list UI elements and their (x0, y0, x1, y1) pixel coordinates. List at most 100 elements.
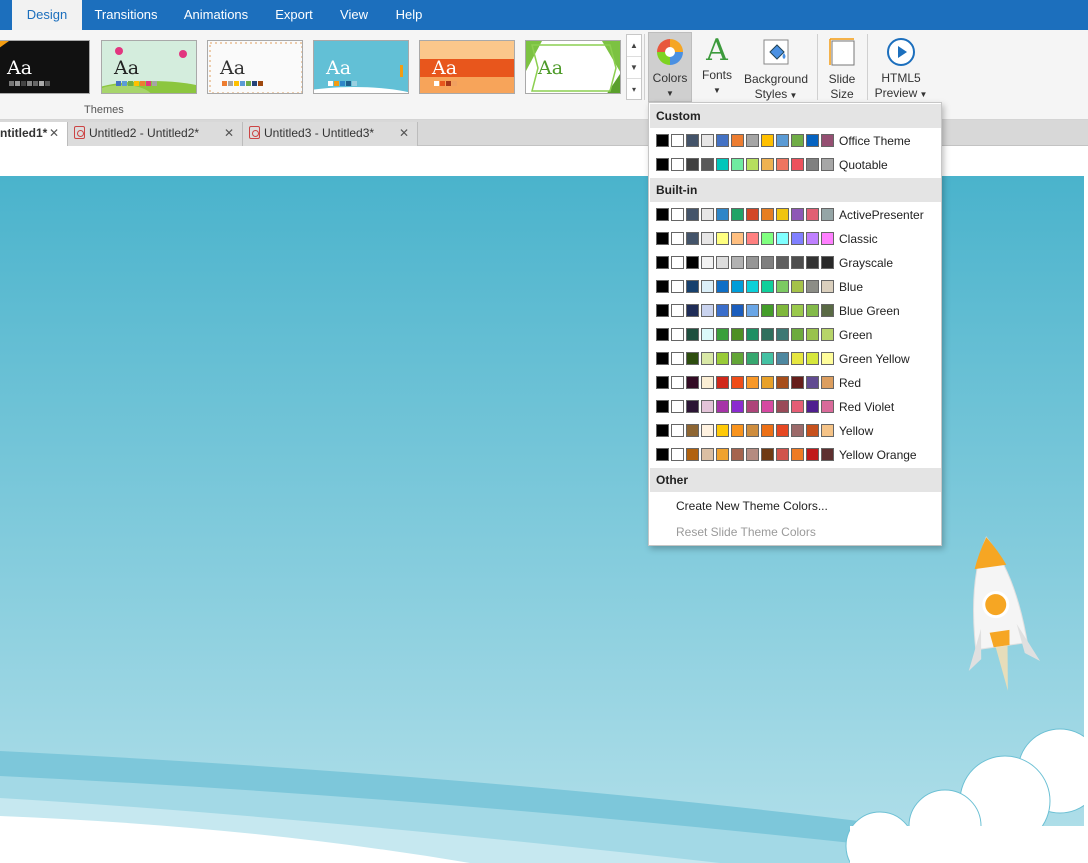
color-swatch (731, 328, 744, 341)
color-swatch (701, 352, 714, 365)
play-circle-icon (887, 38, 915, 66)
color-scheme-row[interactable]: Blue Green (650, 299, 941, 323)
theme-swatches (434, 81, 458, 86)
color-swatch (686, 256, 699, 269)
color-swatch (821, 134, 834, 147)
colors-button-label: Colors (652, 71, 688, 85)
color-swatch (701, 304, 714, 317)
themes-group-label: Themes (84, 104, 124, 116)
color-scheme-row[interactable]: Blue (650, 275, 941, 299)
tab-help[interactable]: Help (386, 0, 432, 30)
color-swatch (761, 280, 774, 293)
color-swatch (686, 208, 699, 221)
background-styles-label-2: Styles (754, 87, 788, 101)
doc-tab[interactable]: ntitled1* ✕ (0, 122, 68, 146)
color-swatch (791, 448, 804, 461)
background-styles-button[interactable]: Background Styles ▼ (741, 32, 811, 102)
theme-swatches (9, 81, 51, 86)
create-new-theme-colors-item[interactable]: Create New Theme Colors... (650, 493, 941, 519)
color-swatches (656, 256, 836, 269)
gallery-down-icon[interactable]: ▼ (627, 57, 641, 79)
color-scheme-name: Yellow Orange (839, 448, 917, 462)
color-scheme-row[interactable]: Green Yellow (650, 347, 941, 371)
gallery-more-icon[interactable]: ▾ (627, 79, 641, 101)
tab-view[interactable]: View (330, 0, 378, 30)
color-swatches (656, 424, 836, 437)
color-scheme-row[interactable]: Yellow (650, 419, 941, 443)
color-swatches (656, 448, 836, 461)
color-swatch (671, 304, 684, 317)
close-icon[interactable]: ✕ (49, 122, 59, 144)
tab-animations[interactable]: Animations (173, 0, 259, 30)
color-scheme-row[interactable]: ActivePresenter (650, 203, 941, 227)
color-scheme-row[interactable]: Yellow Orange (650, 443, 941, 467)
color-swatches (656, 208, 836, 221)
theme-thumb-orange[interactable]: Aa (419, 40, 515, 94)
color-scheme-row[interactable]: Green (650, 323, 941, 347)
color-swatch (671, 280, 684, 293)
color-swatch (776, 376, 789, 389)
theme-thumb-label: Aa (326, 57, 352, 79)
chevron-down-icon: ▼ (666, 89, 674, 98)
tab-design[interactable]: Design (12, 0, 82, 30)
close-icon[interactable]: ✕ (224, 122, 234, 144)
color-swatch (671, 448, 684, 461)
fonts-button[interactable]: A Fonts ▼ (696, 32, 738, 102)
color-swatches (656, 376, 836, 389)
color-swatch (821, 208, 834, 221)
tab-export[interactable]: Export (268, 0, 320, 30)
theme-thumb-green[interactable]: Aa (525, 40, 621, 94)
color-scheme-row[interactable]: Red (650, 371, 941, 395)
html5-preview-label-1: HTML5 (881, 71, 921, 85)
color-swatch (746, 400, 759, 413)
color-scheme-row[interactable]: Quotable (650, 153, 941, 177)
slide-size-button[interactable]: Slide Size (822, 32, 862, 102)
color-swatch (731, 280, 744, 293)
color-swatch (806, 376, 819, 389)
document-icon (74, 126, 85, 139)
section-header-other: Other (650, 468, 941, 492)
color-swatch (791, 280, 804, 293)
colors-button[interactable]: Colors ▼ (648, 32, 692, 102)
color-scheme-row[interactable]: Grayscale (650, 251, 941, 275)
theme-thumb-light[interactable]: Aa (207, 40, 303, 94)
gallery-up-icon[interactable]: ▲ (627, 35, 641, 57)
color-swatch (686, 158, 699, 171)
doc-tab[interactable]: Untitled2 - Untitled2* ✕ (68, 122, 243, 146)
theme-thumb-balloons[interactable]: Aa (101, 40, 197, 94)
doc-tab[interactable]: Untitled3 - Untitled3* ✕ (243, 122, 418, 146)
color-scheme-name: Green (839, 328, 873, 342)
color-scheme-name: Yellow (839, 424, 874, 438)
theme-swatches (116, 81, 158, 86)
theme-thumb-sky[interactable]: Aa (313, 40, 409, 94)
color-swatch (716, 376, 729, 389)
color-swatch (791, 256, 804, 269)
color-scheme-row[interactable]: Red Violet (650, 395, 941, 419)
theme-gallery-scroll[interactable]: ▲ ▼ ▾ (626, 34, 642, 100)
color-swatch (746, 280, 759, 293)
color-swatch (791, 328, 804, 341)
color-swatch (701, 158, 714, 171)
color-scheme-row[interactable]: Office Theme (650, 129, 941, 153)
color-swatch (656, 448, 669, 461)
color-swatch (776, 328, 789, 341)
color-swatch (806, 352, 819, 365)
color-scheme-row[interactable]: Classic (650, 227, 941, 251)
color-swatch (716, 280, 729, 293)
color-swatch (746, 158, 759, 171)
color-swatch (746, 208, 759, 221)
color-swatch (776, 232, 789, 245)
color-swatch (821, 256, 834, 269)
theme-swatches (328, 81, 358, 86)
tab-transitions[interactable]: Transitions (85, 0, 167, 30)
color-swatch (716, 232, 729, 245)
color-swatch (701, 208, 714, 221)
close-icon[interactable]: ✕ (399, 122, 409, 144)
html5-preview-button[interactable]: HTML5 Preview ▼ (872, 32, 930, 102)
color-swatch (656, 208, 669, 221)
chevron-down-icon: ▼ (787, 91, 798, 100)
color-swatch (656, 424, 669, 437)
color-swatch (656, 400, 669, 413)
color-swatch (716, 256, 729, 269)
theme-thumb-dark[interactable]: Aa (0, 40, 90, 94)
